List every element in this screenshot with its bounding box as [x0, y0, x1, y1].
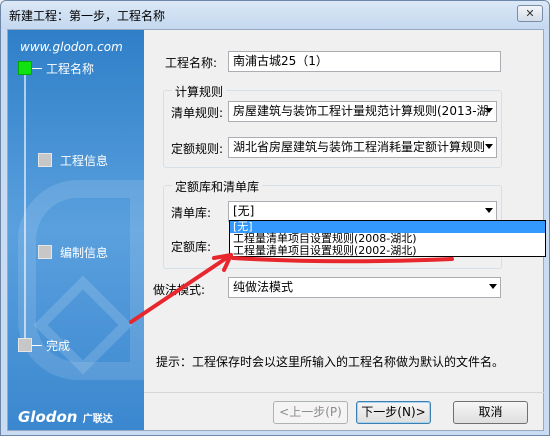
method-label: 做法模式: [153, 283, 206, 297]
step-finish: 完成 [18, 337, 70, 353]
step-project-name: 工程名称 [18, 60, 94, 76]
library-title: 定额库和清单库 [172, 178, 263, 195]
brand-name-cn: 广联达 [82, 414, 113, 425]
window-title: 新建工程：第一步，工程名称 [9, 9, 166, 23]
method-value: 纯做法模式 [233, 280, 294, 294]
hint-text: 提示：工程保存时会以这里所输入的工程名称做为默认的文件名。 [156, 355, 505, 369]
step-project-info: 工程信息 [38, 152, 108, 168]
glodon-logo: Glodon 广联达 [18, 408, 113, 426]
list-rule-value: 房屋建筑与装饰工程计量规范计算规则(2013-湖 [233, 104, 489, 118]
chevron-down-icon [489, 284, 497, 289]
title-bar: 新建工程：第一步，工程名称 ✕ [1, 1, 549, 29]
quota-library-label: 定额库: [171, 240, 212, 254]
list-library-dropdown: [无] 工程量清单项目设置规则(2008-湖北) 工程量清单项目设置规则(200… [229, 220, 546, 257]
chevron-down-icon [485, 208, 493, 213]
list-library-value: [无] [233, 204, 255, 218]
dialog-client: www.glodon.com 工程名称 工程信息 编制信息 完成 Glodon … [7, 29, 546, 431]
project-name-input[interactable]: 南浦古城25（1） [228, 51, 501, 72]
project-name-label: 工程名称: [165, 56, 218, 70]
cancel-button[interactable]: 取消 [453, 401, 528, 424]
quota-rule-value: 湖北省房屋建筑与装饰工程消耗量定额计算规则 [233, 140, 486, 154]
step-compile-info: 编制信息 [38, 244, 108, 260]
quota-rule-label: 定额规则: [171, 142, 224, 156]
list-rule-select[interactable]: 房屋建筑与装饰工程计量规范计算规则(2013-湖 [228, 101, 497, 122]
step-marker-icon [38, 153, 52, 167]
step-dash [32, 344, 42, 346]
close-button[interactable]: ✕ [517, 5, 543, 22]
step-marker-icon [18, 338, 32, 352]
chevron-down-icon [485, 108, 493, 113]
wizard-banner: www.glodon.com 工程名称 工程信息 编制信息 完成 Glodon … [8, 30, 144, 430]
step-marker-icon [38, 245, 52, 259]
step-connector [24, 66, 26, 350]
footer-divider [144, 392, 544, 393]
calc-rules-title: 计算规则 [172, 83, 227, 100]
list-library-select[interactable]: [无] [228, 201, 497, 222]
prev-button[interactable]: <上一步(P) [273, 401, 348, 424]
quota-rule-select[interactable]: 湖北省房屋建筑与装饰工程消耗量定额计算规则 [228, 137, 497, 158]
step-marker-icon [18, 61, 32, 75]
step-label: 工程信息 [60, 153, 109, 168]
list-library-label: 清单库: [171, 206, 212, 220]
site-url: www.glodon.com [20, 40, 123, 54]
step-dash [32, 67, 42, 69]
step-label: 工程名称 [46, 61, 95, 76]
method-select[interactable]: 纯做法模式 [228, 277, 501, 298]
chevron-down-icon [485, 144, 493, 149]
dropdown-option[interactable]: 工程量清单项目设置规则(2002-湖北) [230, 245, 545, 257]
next-button[interactable]: 下一步(N)> [356, 401, 431, 424]
step-label: 完成 [46, 338, 71, 353]
step-label: 编制信息 [60, 245, 109, 260]
brand-name: Glodon [18, 408, 78, 426]
new-project-dialog: 新建工程：第一步，工程名称 ✕ www.glodon.com 工程名称 工程信息… [0, 0, 550, 436]
list-rule-label: 清单规则: [171, 106, 224, 120]
